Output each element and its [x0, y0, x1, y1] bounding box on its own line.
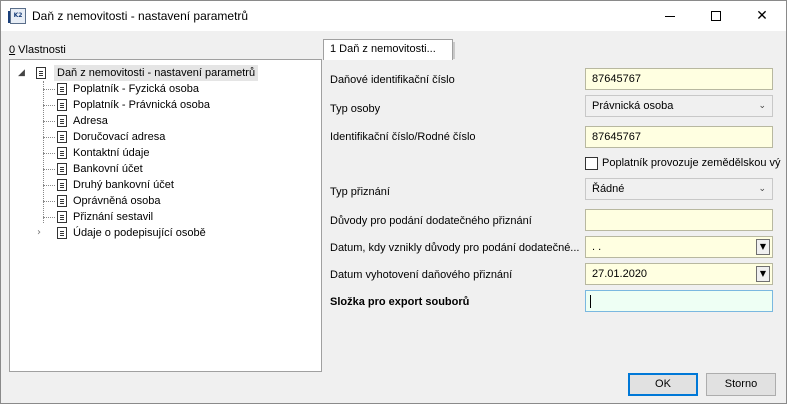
properties-label: 0 Vlastnosti	[9, 44, 66, 56]
maximize-button[interactable]	[693, 1, 739, 31]
document-icon	[57, 211, 67, 223]
person-type-label: Typ osoby	[330, 103, 381, 115]
tree-item-label: Přiznání sestavil	[73, 211, 154, 223]
minimize-button[interactable]	[647, 1, 693, 31]
tree-item-label: Adresa	[73, 115, 108, 127]
tree-item-label: Poplatník - Právnická osoba	[73, 99, 210, 111]
properties-label-text: Vlastnosti	[15, 44, 66, 56]
prep-date-value: 27.01.2020	[592, 268, 648, 280]
tree-item-label: Druhý bankovní účet	[73, 179, 174, 191]
farm-checkbox[interactable]	[585, 157, 598, 170]
dic-field[interactable]: 87645767	[585, 68, 773, 90]
title-bar: K2 Daň z nemovitosti - nastavení paramet…	[1, 1, 786, 31]
tree-item-label: Oprávněná osoba	[73, 195, 161, 207]
minimize-icon	[665, 15, 675, 17]
prep-date-label: Datum vyhotovení daňového přiznání	[330, 269, 513, 281]
farm-checkbox-label[interactable]: Poplatník provozuje zemědělskou vý	[602, 157, 786, 169]
reasons-date-value: . .	[592, 241, 602, 253]
person-type-value: Právnická osoba	[592, 100, 674, 112]
tree-item-label: Bankovní účet	[73, 163, 143, 175]
reasons-date-label: Datum, kdy vznikly důvody pro podání dod…	[330, 242, 580, 254]
ic-field[interactable]: 87645767	[585, 126, 773, 148]
window-title: Daň z nemovitosti - nastavení parametrů	[32, 9, 249, 23]
export-folder-field[interactable]	[585, 290, 773, 312]
tree-item-label: Poplatník - Fyzická osoba	[73, 83, 199, 95]
reasons-date-field[interactable]: . . ▼	[585, 236, 773, 258]
document-icon	[36, 67, 46, 79]
expand-icon[interactable]: ›	[37, 225, 41, 241]
document-icon	[57, 147, 67, 159]
properties-tree[interactable]: ◢ Daň z nemovitosti - nastavení parametr…	[9, 59, 322, 372]
chevron-down-icon: ⌄	[758, 101, 766, 111]
tree-item-label: Údaje o podepisující osobě	[73, 227, 206, 239]
person-type-select[interactable]: Právnická osoba ⌄	[585, 95, 773, 117]
chevron-down-icon: ⌄	[758, 184, 766, 194]
return-type-value: Řádné	[592, 183, 625, 195]
text-caret	[590, 295, 591, 308]
return-type-label: Typ přiznání	[330, 186, 390, 198]
document-icon	[57, 83, 67, 95]
tree-item-label: Kontaktní údaje	[73, 147, 150, 159]
ic-label: Identifikační číslo/Rodné číslo	[330, 131, 476, 143]
tree-item-label: Doručovací adresa	[73, 131, 166, 143]
export-folder-label: Složka pro export souborů	[330, 296, 470, 308]
document-icon	[57, 163, 67, 175]
dic-label: Daňové identifikační číslo	[330, 74, 455, 86]
reasons-field[interactable]	[585, 209, 773, 231]
dialog-window: K2 Daň z nemovitosti - nastavení paramet…	[0, 0, 787, 404]
cancel-button[interactable]: Storno	[706, 373, 776, 396]
tree-root-label: Daň z nemovitosti - nastavení parametrů	[54, 65, 259, 81]
ok-button[interactable]: OK	[628, 373, 698, 396]
dropdown-arrow-icon[interactable]: ▼	[756, 239, 770, 255]
prep-date-field[interactable]: 27.01.2020 ▼	[585, 263, 773, 285]
close-button[interactable]: ✕	[739, 1, 785, 31]
close-icon: ✕	[756, 8, 768, 24]
collapse-icon[interactable]: ◢	[18, 65, 25, 81]
app-icon: K2	[8, 8, 26, 24]
tab-dan-z-nemovitosti[interactable]: 1 Daň z nemovitosti...	[323, 39, 455, 60]
dropdown-arrow-icon[interactable]: ▼	[756, 266, 770, 282]
document-icon	[57, 115, 67, 127]
document-icon	[57, 195, 67, 207]
document-icon	[57, 131, 67, 143]
reasons-label: Důvody pro podání dodatečného přiznání	[330, 215, 532, 227]
document-icon	[57, 99, 67, 111]
document-icon	[57, 227, 67, 239]
return-type-select[interactable]: Řádné ⌄	[585, 178, 773, 200]
document-icon	[57, 179, 67, 191]
maximize-icon	[711, 11, 721, 21]
